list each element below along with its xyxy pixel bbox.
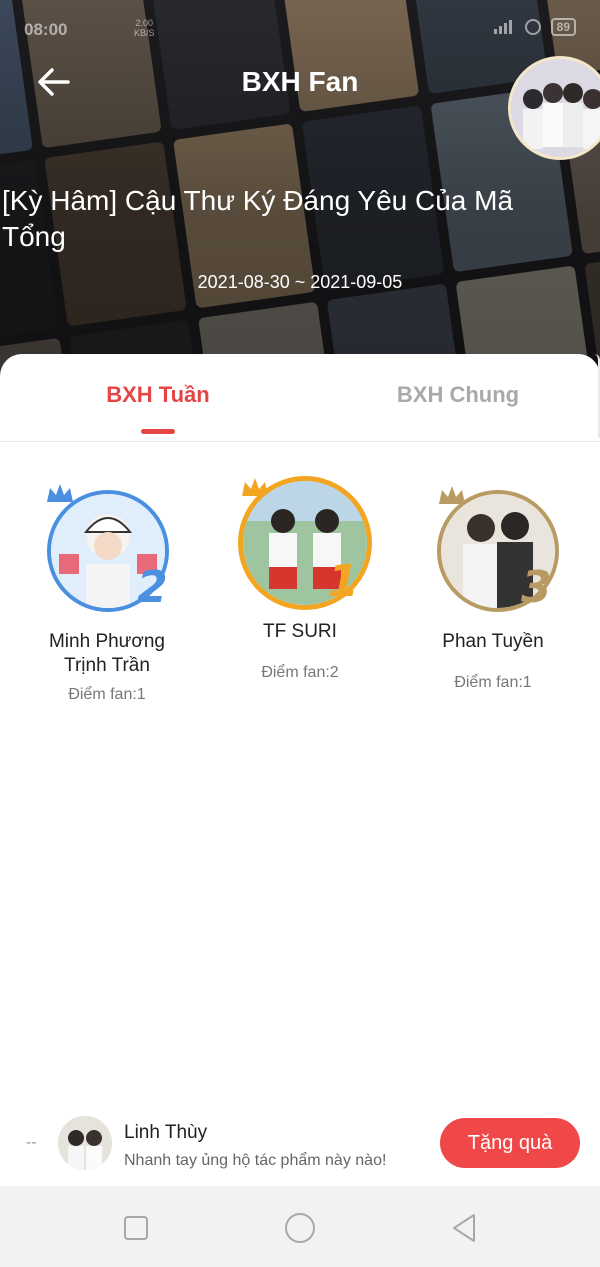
support-promo-bar: -- Linh Thùy Nhanh tay ủng hộ tác phẩm n… [0, 1110, 600, 1186]
status-time: 08:00 [24, 20, 68, 39]
fan-name: TF SURI [263, 621, 337, 642]
rank-1-fan: 1 TF SURI Điểm fan:2 [225, 472, 375, 682]
rank-3-avatar[interactable]: 3 [423, 482, 563, 622]
rank-number: 2 [137, 562, 168, 613]
status-net-speed: 2.00 KB/S [134, 18, 155, 38]
promo-avatar[interactable] [58, 1116, 112, 1170]
tab-weekly-ranking[interactable]: BXH Tuần [8, 382, 308, 408]
fan-name: Minh Phương Trịnh Trần [48, 631, 165, 676]
hero-header: 08:00 2.00 KB/S 89 BXH Fan [Kỳ Hâm] Cậu … [0, 0, 600, 380]
crown-icon [47, 484, 73, 502]
system-nav-bar [0, 1186, 600, 1267]
circle-icon[interactable] [282, 1210, 318, 1246]
signal-icon [493, 20, 512, 34]
promo-user-name: Linh Thùy [124, 1122, 208, 1143]
active-tab-indicator [141, 429, 175, 434]
status-indicators: 89 [493, 18, 576, 36]
tab-overall-ranking[interactable]: BXH Chung [308, 382, 600, 408]
send-gift-button[interactable]: Tặng quà [440, 1118, 580, 1168]
fan-name: Phan Tuyền [442, 631, 544, 652]
rank-1-avatar[interactable]: 1 [230, 472, 372, 612]
ranking-card: BXH Tuần BXH Chung 2 Minh Phương Trịnh T… [0, 354, 600, 1194]
work-title: [Kỳ Hâm] Cậu Thư Ký Đáng Yêu Của Mã Tổng [2, 185, 514, 252]
alarm-icon [524, 19, 541, 35]
date-range: 2021-08-30 ~ 2021-09-05 [197, 272, 403, 292]
fan-score: Điểm fan:1 [68, 686, 146, 703]
promo-message: Nhanh tay ủng hộ tác phẩm này nào! [124, 1152, 387, 1169]
status-bar: 08:00 2.00 KB/S 89 [0, 14, 600, 50]
card-edge [594, 354, 600, 438]
rank-number: 1 [328, 556, 359, 607]
tab-bar: BXH Tuần BXH Chung [0, 354, 600, 442]
rank-2-avatar[interactable]: 2 [37, 482, 177, 622]
rank-3-fan: 3 Phan Tuyền Điểm fan:1 [418, 482, 568, 692]
promo-dash: -- [26, 1134, 37, 1151]
fan-score: Điểm fan:1 [454, 674, 532, 691]
fan-score: Điểm fan:2 [261, 664, 339, 681]
square-icon[interactable] [118, 1210, 154, 1246]
battery-indicator: 89 [550, 18, 576, 36]
user-photo-image [58, 1116, 112, 1170]
triangle-icon[interactable] [446, 1210, 482, 1246]
rank-2-fan: 2 Minh Phương Trịnh Trần Điểm fan:1 [32, 482, 182, 704]
group-photo-image [511, 59, 600, 157]
rank-number: 3 [521, 562, 552, 613]
